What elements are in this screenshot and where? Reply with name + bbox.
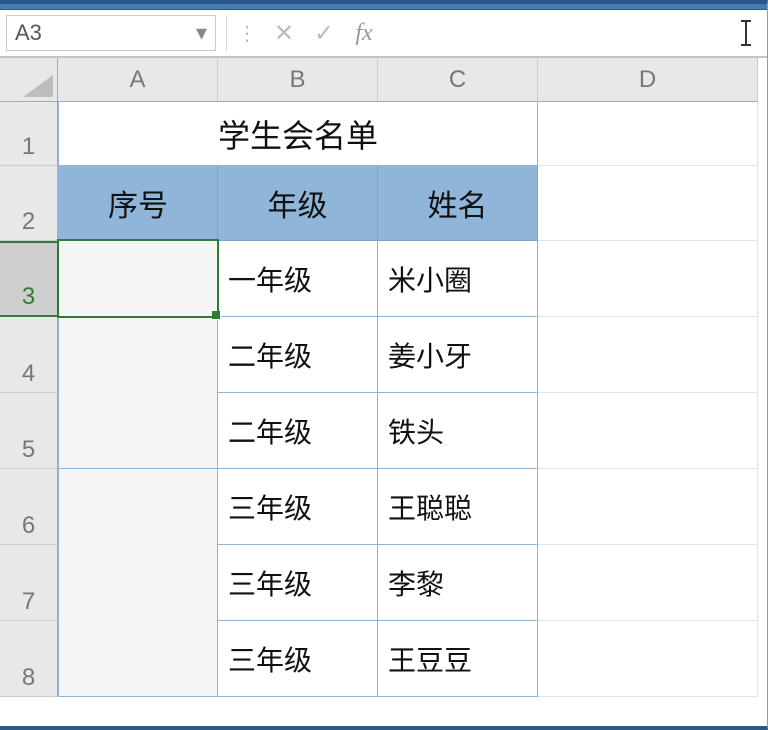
header-grade[interactable]: 年级	[218, 166, 378, 241]
row-header-6[interactable]: 6	[0, 469, 58, 545]
spreadsheet: A B C D 1 学生会名单 2 序号 年级 姓名 3 一年级 米小圈 4 二…	[0, 58, 767, 697]
confirm-icon[interactable]: ✓	[304, 15, 344, 51]
row-header-1[interactable]: 1	[0, 102, 58, 166]
name-box-value: A3	[15, 20, 42, 46]
formula-bar: A3 ▾ ⋮ ✕ ✓ fx	[0, 10, 767, 58]
fx-icon[interactable]: fx	[344, 15, 384, 51]
cell-B6[interactable]: 三年级	[218, 469, 378, 545]
header-name[interactable]: 姓名	[378, 166, 538, 241]
cell-B8[interactable]: 三年级	[218, 621, 378, 697]
cell-A3[interactable]	[58, 241, 218, 317]
cell-D5[interactable]	[538, 393, 758, 469]
formula-input[interactable]	[384, 15, 761, 51]
row-header-3[interactable]: 3	[0, 241, 58, 317]
name-box[interactable]: A3 ▾	[6, 15, 216, 51]
cell-D3[interactable]	[538, 241, 758, 317]
cell-D6[interactable]	[538, 469, 758, 545]
cell-C6[interactable]: 王聪聪	[378, 469, 538, 545]
cell-C4[interactable]: 姜小牙	[378, 317, 538, 393]
cell-A8[interactable]	[58, 621, 218, 697]
text-cursor-icon	[739, 20, 753, 46]
chevron-down-icon[interactable]: ▾	[196, 20, 207, 46]
cancel-icon[interactable]: ✕	[264, 15, 304, 51]
cell-C7[interactable]: 李黎	[378, 545, 538, 621]
title-cell[interactable]: 学生会名单	[58, 102, 538, 166]
header-seq[interactable]: 序号	[58, 166, 218, 241]
cell-A5[interactable]	[58, 393, 218, 469]
row-header-4[interactable]: 4	[0, 317, 58, 393]
col-header-D[interactable]: D	[538, 58, 758, 102]
col-header-A[interactable]: A	[58, 58, 218, 102]
cell-D7[interactable]	[538, 545, 758, 621]
row-header-8[interactable]: 8	[0, 621, 58, 697]
cell-A4[interactable]	[58, 317, 218, 393]
cell-A7[interactable]	[58, 545, 218, 621]
col-header-C[interactable]: C	[378, 58, 538, 102]
cell-B4[interactable]: 二年级	[218, 317, 378, 393]
cell-C5[interactable]: 铁头	[378, 393, 538, 469]
cell-A6[interactable]	[58, 469, 218, 545]
cell-D8[interactable]	[538, 621, 758, 697]
cell-D4[interactable]	[538, 317, 758, 393]
cell-B3[interactable]: 一年级	[218, 241, 378, 317]
row-header-5[interactable]: 5	[0, 393, 58, 469]
cell-D1[interactable]	[538, 102, 758, 166]
cell-C8[interactable]: 王豆豆	[378, 621, 538, 697]
separator	[226, 15, 227, 51]
cell-B5[interactable]: 二年级	[218, 393, 378, 469]
cell-C3[interactable]: 米小圈	[378, 241, 538, 317]
select-all-corner[interactable]	[0, 58, 58, 102]
col-header-B[interactable]: B	[218, 58, 378, 102]
row-header-7[interactable]: 7	[0, 545, 58, 621]
more-icon: ⋮	[237, 21, 254, 46]
row-header-2[interactable]: 2	[0, 166, 58, 241]
cell-B7[interactable]: 三年级	[218, 545, 378, 621]
cell-D2[interactable]	[538, 166, 758, 241]
